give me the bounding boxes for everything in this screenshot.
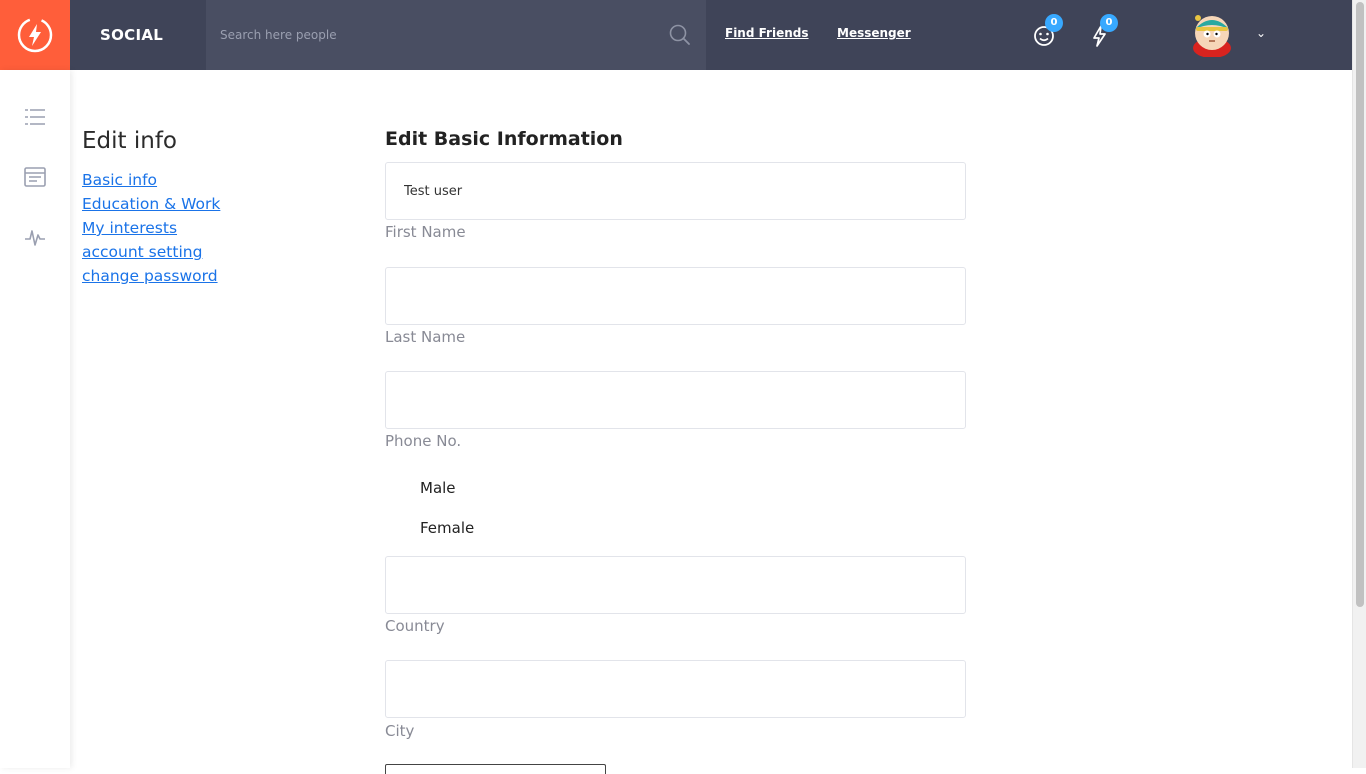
newsfeed-icon[interactable]	[23, 165, 47, 189]
search-input[interactable]	[206, 0, 656, 70]
submit-button[interactable]	[385, 764, 606, 774]
last-name-field-box	[385, 267, 966, 325]
menu-account-setting-link[interactable]: account setting	[82, 240, 220, 264]
phone-label: Phone No.	[385, 432, 462, 450]
city-field-box	[385, 660, 966, 718]
gender-male-option[interactable]: Male	[420, 479, 456, 497]
first-name-field-box	[385, 162, 966, 220]
country-field-box	[385, 556, 966, 614]
phone-input[interactable]	[386, 372, 965, 428]
scrollbar-thumb[interactable]	[1356, 2, 1364, 607]
gender-female-option[interactable]: Female	[420, 519, 474, 537]
activity-badge: 0	[1100, 14, 1118, 32]
find-friends-link[interactable]: Find Friends	[725, 26, 809, 40]
first-name-label: First Name	[385, 223, 466, 241]
edit-info-title: Edit info	[82, 128, 177, 154]
menu-basic-info-link[interactable]: Basic info	[82, 168, 220, 192]
top-navbar: SOCIAL Find Friends Messenger 0 0	[0, 0, 1352, 70]
country-input[interactable]	[386, 557, 965, 613]
menu-education-work-link[interactable]: Education & Work	[82, 192, 220, 216]
edit-info-menu: Basic info Education & Work My interests…	[82, 168, 220, 288]
search-icon[interactable]	[668, 23, 692, 47]
city-label: City	[385, 722, 415, 740]
menu-change-password-link[interactable]: change password	[82, 264, 220, 288]
avatar-icon	[1193, 15, 1231, 58]
friend-requests-notification[interactable]: 0	[1030, 14, 1063, 50]
messenger-link[interactable]: Messenger	[837, 26, 911, 40]
form-title: Edit Basic Information	[385, 128, 623, 150]
page-scrollbar[interactable]	[1352, 0, 1366, 768]
menu-lines-icon[interactable]	[23, 105, 47, 129]
menu-my-interests-link[interactable]: My interests	[82, 216, 220, 240]
first-name-input[interactable]	[386, 163, 965, 219]
city-input[interactable]	[386, 661, 965, 717]
last-name-input[interactable]	[386, 268, 965, 324]
phone-field-box	[385, 371, 966, 429]
last-name-label: Last Name	[385, 328, 466, 346]
brand-name: SOCIAL	[100, 26, 164, 44]
logo[interactable]	[0, 0, 70, 70]
country-label: Country	[385, 617, 445, 635]
chevron-down-icon[interactable]: ⌄	[1256, 26, 1266, 40]
left-sidebar	[0, 70, 70, 768]
user-avatar[interactable]	[1190, 13, 1234, 58]
activity-pulse-icon[interactable]	[23, 225, 47, 249]
friend-requests-badge: 0	[1045, 14, 1063, 32]
lightning-logo-icon	[17, 17, 53, 53]
activity-notification[interactable]: 0	[1085, 14, 1118, 50]
search-bar	[206, 0, 706, 70]
